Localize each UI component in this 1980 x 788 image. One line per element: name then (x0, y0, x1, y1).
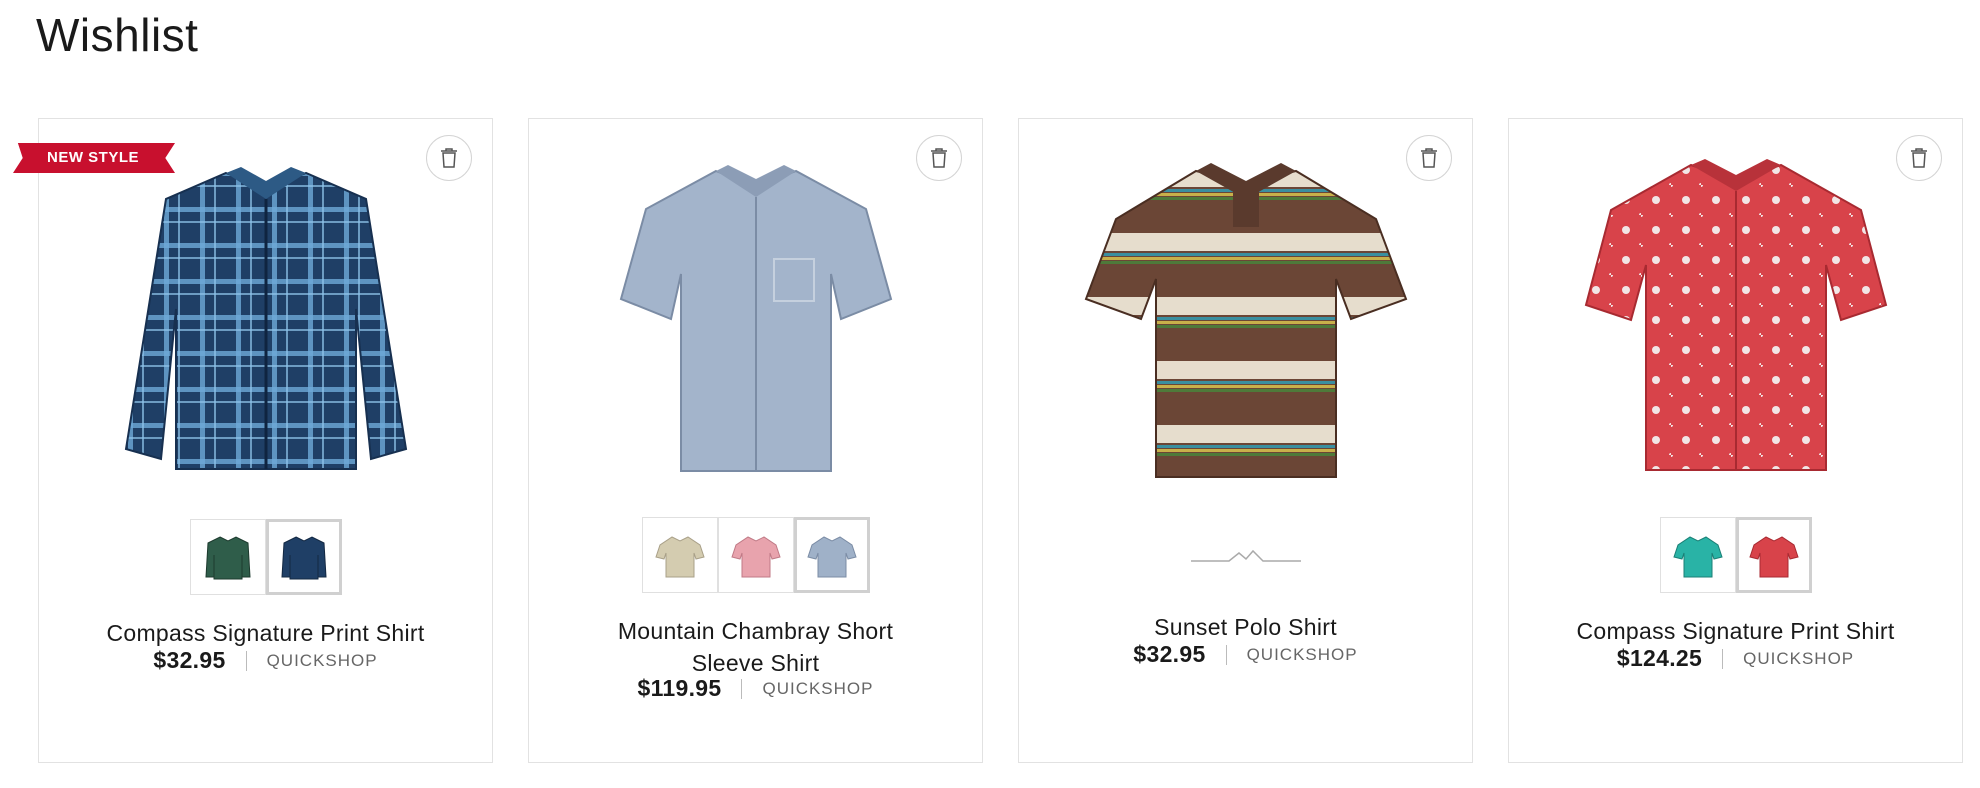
product-image-red-print-shirt[interactable] (1581, 155, 1891, 475)
separator (245, 650, 247, 671)
product-price: $32.95 (153, 647, 226, 673)
product-price: $32.95 (1133, 641, 1206, 667)
color-swatches (1659, 517, 1812, 593)
color-swatches (189, 519, 342, 595)
shirt-thumb-icon (730, 536, 781, 578)
shirt-thumb-icon (1748, 536, 1799, 578)
product-image-chambray-shirt[interactable] (616, 159, 896, 479)
shirt-thumb-icon (280, 536, 327, 580)
product-name[interactable]: Mountain Chambray Short Sleeve Shirt (599, 615, 912, 679)
product-card: Mountain Chambray Short Sleeve Shirt $11… (528, 118, 983, 763)
product-card: Sunset Polo Shirt $32.95 QUICKSHOP (1018, 118, 1473, 763)
product-name[interactable]: Compass Signature Print Shirt (59, 617, 472, 649)
product-card: NEW STYLE Compass Signature Print Shirt … (13, 118, 493, 763)
quickshop-link[interactable]: QUICKSHOP (267, 651, 378, 671)
remove-button[interactable] (426, 135, 472, 181)
swatch-teal[interactable] (1659, 517, 1736, 593)
page-title: Wishlist (36, 9, 199, 61)
swatch-red[interactable] (1735, 517, 1812, 593)
price-row: $124.25 QUICKSHOP (1509, 645, 1962, 672)
color-swatches (641, 517, 870, 593)
shirt-thumb-icon (204, 536, 251, 580)
product-price: $119.95 (637, 675, 722, 701)
quickshop-link[interactable]: QUICKSHOP (1247, 645, 1358, 665)
shirt-thumb-icon (654, 536, 705, 578)
trash-icon (1421, 148, 1437, 168)
product-name[interactable]: Sunset Polo Shirt (1039, 611, 1452, 643)
price-row: $119.95 QUICKSHOP (529, 675, 982, 702)
product-card: Compass Signature Print Shirt $124.25 QU… (1508, 118, 1963, 763)
shirt-thumb-icon (1672, 536, 1723, 578)
separator (1225, 644, 1227, 665)
trash-icon (931, 148, 947, 168)
remove-button[interactable] (916, 135, 962, 181)
swatch-chambray[interactable] (793, 517, 870, 593)
product-price: $124.25 (1616, 645, 1703, 671)
quickshop-link[interactable]: QUICKSHOP (1743, 649, 1854, 669)
trash-icon (441, 148, 457, 168)
remove-button[interactable] (1406, 135, 1452, 181)
swatch-pink[interactable] (717, 517, 794, 593)
separator (1722, 648, 1724, 669)
product-name[interactable]: Compass Signature Print Shirt (1529, 615, 1942, 647)
shirt-thumb-icon (806, 536, 857, 578)
swatch-khaki[interactable] (641, 517, 718, 593)
swatch-blue-plaid[interactable] (265, 519, 342, 595)
trash-icon (1911, 148, 1927, 168)
swatch-green-plaid[interactable] (189, 519, 266, 595)
separator (741, 678, 743, 699)
price-row: $32.95 QUICKSHOP (1019, 641, 1472, 668)
remove-button[interactable] (1896, 135, 1942, 181)
product-image-polo-shirt[interactable] (1081, 159, 1411, 489)
mountain-logo-icon (1190, 549, 1301, 562)
price-row: $32.95 QUICKSHOP (39, 647, 492, 674)
quickshop-link[interactable]: QUICKSHOP (762, 679, 873, 699)
product-image-plaid-shirt[interactable] (116, 159, 416, 479)
